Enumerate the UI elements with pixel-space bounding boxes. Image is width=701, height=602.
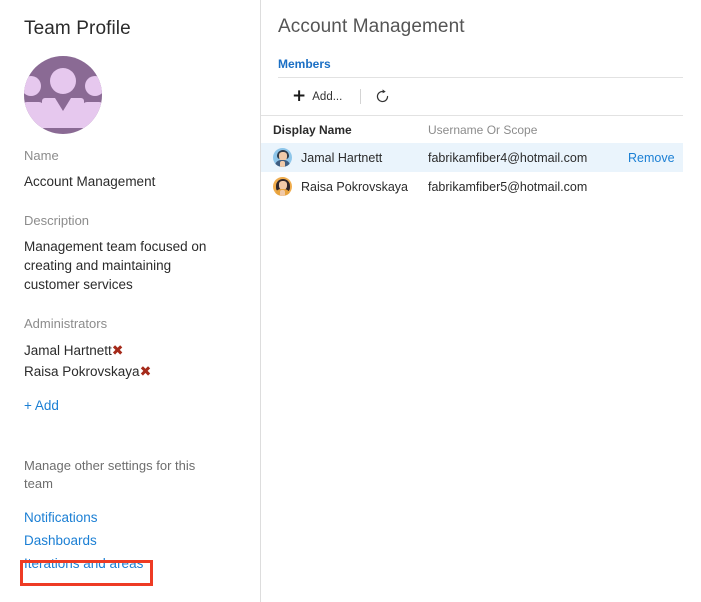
column-header-username-or-scope: Username Or Scope — [428, 122, 538, 137]
person-avatar-orange-icon — [273, 177, 292, 196]
cell-display-name: Jamal Hartnett — [273, 148, 428, 167]
toolbar-divider — [360, 89, 362, 104]
name-value: Account Management — [24, 174, 156, 189]
avatar-main-head — [50, 68, 76, 94]
tab-bar: Members — [278, 56, 701, 77]
person-avatar-blue-icon — [273, 148, 292, 167]
avatar-collar — [280, 190, 285, 196]
page-title-team-profile: Team Profile — [24, 18, 131, 39]
members-toolbar: + Add... — [261, 78, 683, 116]
table-row[interactable]: Jamal Hartnett fabrikamfiber4@hotmail.co… — [261, 143, 683, 172]
table-row[interactable]: Raisa Pokrovskaya fabrikamfiber5@hotmail… — [261, 172, 683, 201]
description-value: Management team focused on creating and … — [24, 239, 207, 292]
member-display-name: Raisa Pokrovskaya — [301, 179, 408, 194]
administrator-item: Raisa Pokrovskaya ✖ — [24, 361, 244, 382]
page-title-account-management: Account Management — [278, 16, 465, 37]
manage-other-settings-text: Manage other settings for this team — [24, 458, 196, 491]
column-header-display-name: Display Name — [273, 122, 352, 137]
refresh-icon — [377, 89, 389, 103]
avatar-side-head-left — [24, 76, 41, 96]
remove-x-icon[interactable]: ✖ — [140, 365, 152, 379]
team-group-avatar-icon — [24, 56, 102, 134]
account-management-content: Account Management Members + Add... Disp… — [261, 0, 701, 602]
link-notifications[interactable]: Notifications — [24, 506, 244, 529]
administrator-name: Raisa Pokrovskaya — [24, 364, 140, 379]
avatar-side-body-right — [82, 102, 102, 128]
avatar-main-collar — [55, 98, 71, 111]
team-profile-sidebar: Team Profile Name Account Management Des… — [0, 0, 261, 602]
member-display-name: Jamal Hartnett — [301, 150, 383, 165]
administrator-item: Jamal Hartnett ✖ — [24, 340, 244, 361]
name-label: Name — [24, 148, 59, 163]
link-dashboards[interactable]: Dashboards — [24, 529, 244, 552]
link-iterations-and-areas[interactable]: Iterations and areas — [24, 552, 244, 575]
cell-display-name: Raisa Pokrovskaya — [273, 177, 428, 196]
cell-username: fabrikamfiber4@hotmail.com — [428, 150, 588, 165]
settings-links-list: Notifications Dashboards Iterations and … — [24, 506, 244, 575]
remove-member-link[interactable]: Remove — [628, 151, 675, 165]
add-member-label: Add... — [312, 90, 343, 103]
team-profile-page: Team Profile Name Account Management Des… — [0, 0, 701, 602]
table-header-row: Display Name Username Or Scope — [261, 116, 683, 143]
refresh-button[interactable] — [375, 89, 390, 104]
members-table: Display Name Username Or Scope Jamal Har… — [261, 116, 683, 201]
cell-action: Remove — [628, 151, 683, 165]
remove-x-icon[interactable]: ✖ — [112, 344, 124, 358]
plus-icon: + — [292, 86, 307, 106]
avatar-side-body-left — [24, 102, 44, 128]
add-member-button[interactable]: + Add... — [292, 88, 342, 105]
cell-username: fabrikamfiber5@hotmail.com — [428, 179, 588, 194]
administrator-name: Jamal Hartnett — [24, 343, 112, 358]
avatar-collar — [280, 161, 285, 167]
add-administrator-link[interactable]: + Add — [24, 395, 244, 417]
description-label: Description — [24, 213, 90, 228]
administrators-label: Administrators — [24, 316, 108, 331]
tab-members[interactable]: Members — [278, 57, 331, 77]
avatar-side-head-right — [85, 76, 102, 96]
